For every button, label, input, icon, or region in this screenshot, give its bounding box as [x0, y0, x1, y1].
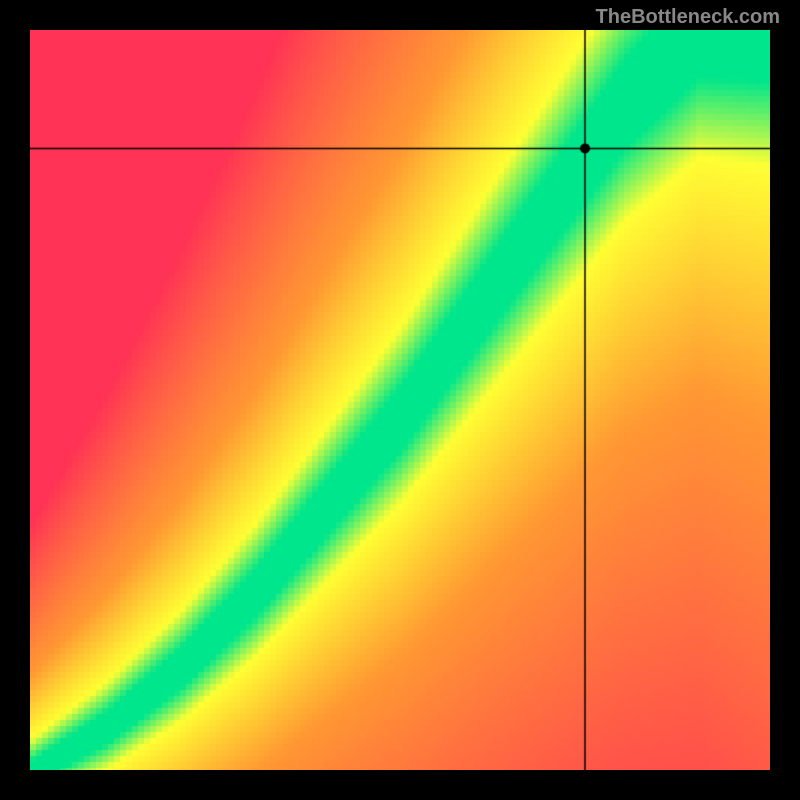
heatmap-chart: [30, 30, 770, 770]
watermark-label: TheBottleneck.com: [596, 6, 780, 29]
heatmap-canvas: [30, 30, 770, 770]
